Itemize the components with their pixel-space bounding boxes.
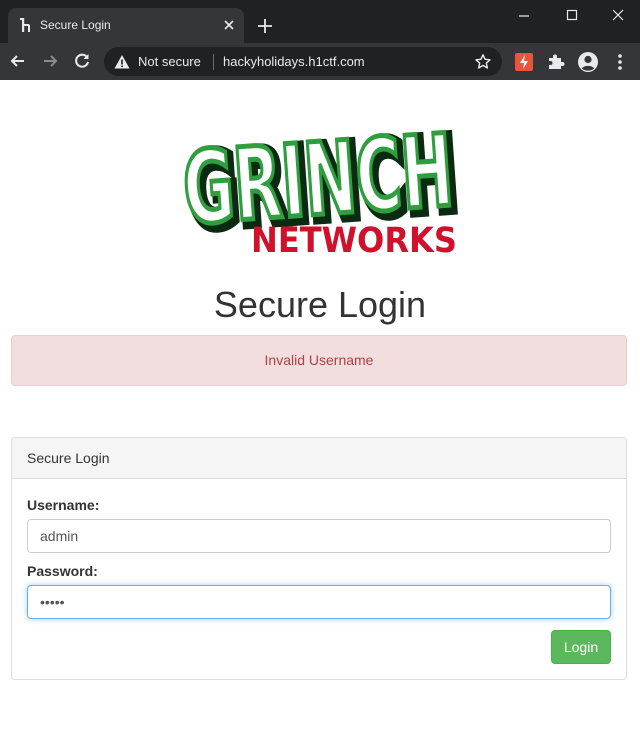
browser-tab-bar: Secure Login — [0, 0, 640, 43]
page-title: Secure Login — [213, 284, 427, 325]
address-bar[interactable]: Not secure hackyholidays.h1ctf.com — [104, 47, 502, 76]
url-text[interactable]: hackyholidays.h1ctf.com — [223, 54, 365, 69]
error-alert: Invalid Username — [11, 335, 627, 386]
new-tab-icon[interactable] — [255, 16, 275, 36]
extension-bolt-icon[interactable] — [515, 53, 533, 71]
bookmark-star-icon[interactable] — [474, 53, 492, 71]
back-arrow-icon[interactable] — [8, 51, 28, 71]
close-tab-icon[interactable] — [220, 16, 238, 34]
maximize-icon[interactable] — [560, 6, 584, 26]
browser-tab[interactable]: Secure Login — [8, 8, 244, 43]
security-status[interactable]: Not secure — [138, 54, 201, 69]
login-button[interactable]: Login — [551, 630, 611, 664]
username-label: Username: — [27, 497, 100, 513]
minimize-icon[interactable] — [512, 6, 536, 26]
reload-icon[interactable] — [72, 51, 92, 71]
logo-subtitle-text: NETWORKS — [251, 221, 457, 256]
grinch-networks-logo: GRINCH GRINCH NETWORKS — [178, 114, 464, 256]
forward-arrow-icon[interactable] — [40, 51, 60, 71]
panel-heading: Secure Login — [12, 438, 626, 479]
login-panel: Secure Login Username: Password: Login — [11, 437, 627, 680]
username-input[interactable] — [27, 519, 611, 553]
close-window-icon[interactable] — [606, 6, 630, 26]
password-input[interactable] — [27, 585, 611, 619]
password-label: Password: — [27, 563, 98, 579]
address-separator — [213, 54, 214, 70]
menu-dots-icon[interactable] — [612, 52, 628, 72]
hacker1-favicon-icon — [20, 18, 30, 32]
extensions-puzzle-icon[interactable] — [546, 52, 566, 72]
browser-toolbar: Not secure hackyholidays.h1ctf.com — [0, 43, 640, 80]
warning-icon[interactable] — [114, 54, 130, 70]
tab-title: Secure Login — [40, 18, 111, 32]
profile-avatar-icon[interactable] — [577, 51, 599, 73]
